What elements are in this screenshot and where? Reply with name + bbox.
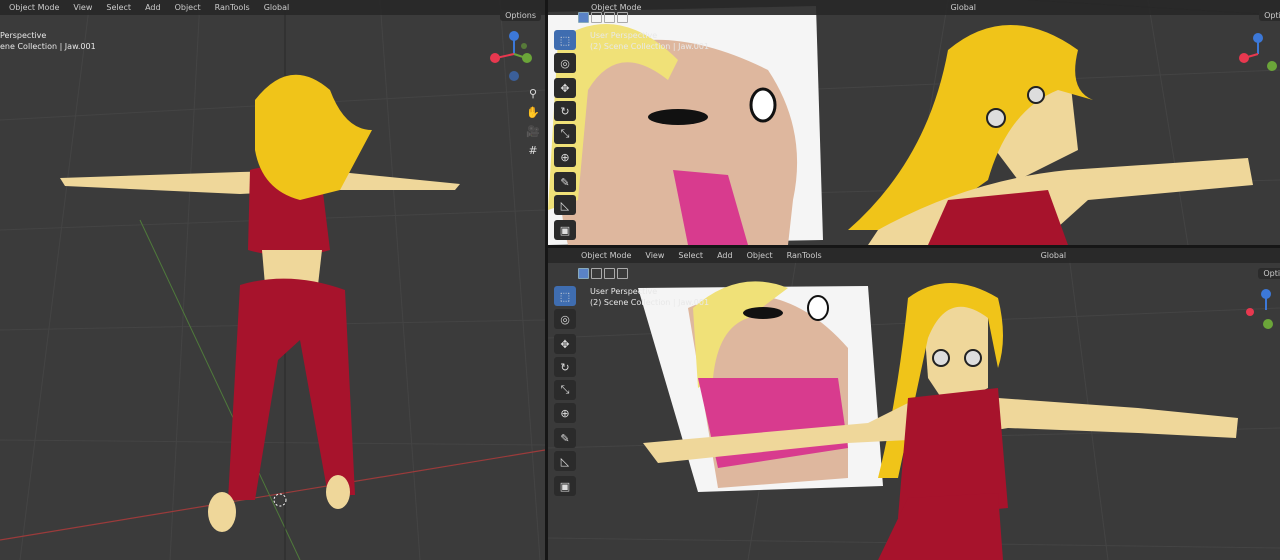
viewport-bottom-right[interactable]: Object Mode View Select Add Object RanTo… [548,248,1280,560]
zoom-icon[interactable]: ⚲ [524,84,542,102]
collection-label: ene Collection | Jaw.001 [0,42,96,51]
viewport-bottom-right-header: Object Mode View Select Add Object RanTo… [548,248,1280,263]
view-menu[interactable]: View [642,251,667,260]
viewport-info: User Perspective (2) Scene Collection | … [590,286,709,308]
rotate-tool[interactable]: ↻ [554,357,576,377]
viewport-left[interactable]: Object Mode View Select Add Object RanTo… [0,0,545,560]
mode-dropdown[interactable]: Object Mode [578,251,634,260]
object-menu[interactable]: Object [744,251,776,260]
nav-gizmo[interactable] [1238,30,1280,82]
options-button[interactable]: Optio [1258,268,1280,279]
rantools-menu[interactable]: RanTools [784,251,825,260]
select-mode-buttons[interactable] [578,12,628,23]
collection-label: (2) Scene Collection | Jaw.001 [590,42,710,51]
select-menu[interactable]: Select [675,251,706,260]
orientation-dropdown[interactable]: Global [1038,251,1070,260]
collection-label: (2) Scene Collection | Jaw.001 [590,298,710,307]
scale-tool[interactable]: ⤡ [554,124,576,144]
add-cube-tool[interactable]: ▣ [554,220,576,240]
orientation-dropdown[interactable]: Global [261,3,293,12]
select-menu[interactable]: Select [103,3,134,12]
add-menu[interactable]: Add [142,3,164,12]
nav-gizmo[interactable] [486,30,534,82]
rotate-tool[interactable]: ↻ [554,101,576,121]
annotate-tool[interactable]: ✎ [554,428,576,448]
object-menu[interactable]: Object [172,3,204,12]
hand-icon[interactable]: ✋ [524,103,542,121]
perspective-label: User Perspective [590,287,658,296]
grid-icon[interactable]: # [524,141,542,159]
viewport-info: Perspective ene Collection | Jaw.001 [0,30,96,52]
move-tool[interactable]: ✥ [554,78,576,98]
perspective-label: User Perspective [590,31,658,40]
viewport-left-header: Object Mode View Select Add Object RanTo… [0,0,545,15]
viewport-top-right-header: Object Mode Global [548,0,1280,15]
add-cube-tool[interactable]: ▣ [554,476,576,496]
transform-tool[interactable]: ⊕ [554,403,576,423]
cursor-tool[interactable]: ◎ [554,53,576,73]
options-button[interactable]: Options [500,10,541,21]
transform-tool[interactable]: ⊕ [554,147,576,167]
add-menu[interactable]: Add [714,251,736,260]
annotate-tool[interactable]: ✎ [554,172,576,192]
orientation-dropdown[interactable]: Global [947,3,979,12]
mode-dropdown[interactable]: Object Mode [588,3,644,12]
cursor-tool[interactable]: ◎ [554,309,576,329]
options-button[interactable]: Options [1259,10,1280,21]
mode-menu[interactable]: Object Mode [6,3,62,12]
rantools-menu[interactable]: RanTools [212,3,253,12]
measure-tool[interactable]: ◺ [554,451,576,471]
viewport-top-right[interactable]: Object Mode Global Options User Perspect… [548,0,1280,245]
scale-tool[interactable]: ⤡ [554,380,576,400]
view-menu[interactable]: View [70,3,95,12]
select-box-tool[interactable]: ⬚ [554,30,576,50]
nav-gizmo[interactable] [1242,286,1280,338]
viewport-left-scene [0,0,545,560]
move-tool[interactable]: ✥ [554,334,576,354]
select-box-tool[interactable]: ⬚ [554,286,576,306]
select-mode-buttons[interactable] [578,268,628,279]
camera-icon[interactable]: 🎥 [524,122,542,140]
viewport-info: User Perspective (2) Scene Collection | … [590,30,709,52]
perspective-label: Perspective [0,31,47,40]
measure-tool[interactable]: ◺ [554,195,576,215]
